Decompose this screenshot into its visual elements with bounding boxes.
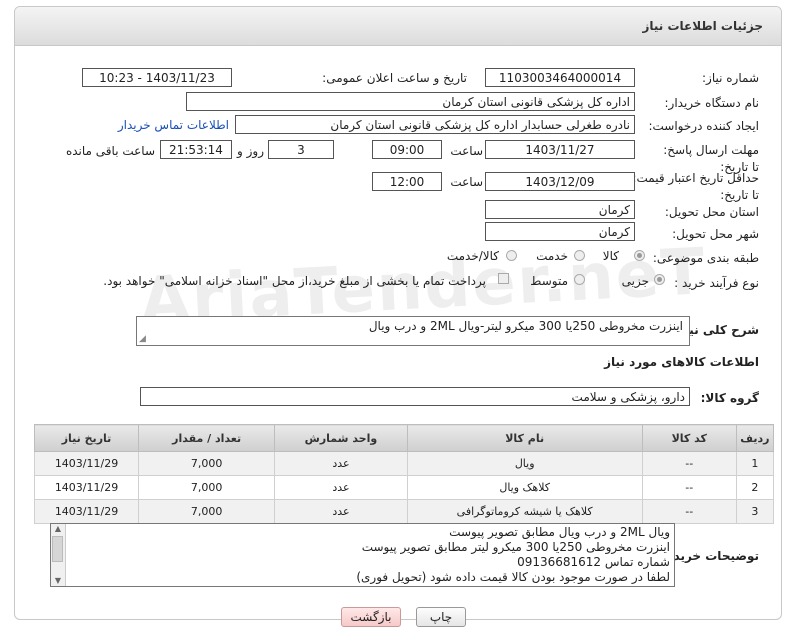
cell-name: ویال [406, 451, 643, 476]
page-title: جزئیات اطلاعات نیاز [642, 19, 763, 33]
buyer-notes-line: اینزرت مخروطی 250یا 300 میکرو لیتر مطابق… [361, 540, 670, 554]
table-row[interactable]: 3 -- کلاهک یا شیشه کروماتوگرافی عدد 7,00… [33, 499, 775, 524]
category-label: طبقه بندی موضوعی: [652, 251, 759, 265]
cell-name: کلاهک یا شیشه کروماتوگرافی [406, 499, 643, 524]
process-radio-minor[interactable] [654, 274, 665, 285]
col-header-date: تاریخ نیاز [33, 424, 140, 452]
announce-label: تاریخ و ساعت اعلان عمومی: [322, 71, 467, 85]
goods-group-field[interactable]: دارو، پزشکی و سلامت [140, 387, 690, 406]
contact-info-link[interactable]: اطلاعات تماس خریدار [118, 118, 229, 132]
reply-time-field[interactable]: 09:00 [372, 140, 442, 159]
process-radio-medium[interactable] [574, 274, 585, 285]
announce-field[interactable]: 1403/11/23 - 10:23 [82, 68, 232, 87]
remaining-label: ساعت باقی مانده [65, 144, 155, 158]
col-header-unit: واحد شمارش [274, 424, 408, 452]
scroll-down-icon[interactable]: ▼ [51, 576, 65, 586]
scrollbar-thumb[interactable] [52, 536, 63, 562]
reply-date-field[interactable]: 1403/11/27 [485, 140, 635, 159]
col-header-qty: تعداد / مقدار [138, 424, 276, 452]
cell-qty: 7,000 [138, 499, 276, 524]
category-option-goods: کالا [602, 249, 619, 263]
province-label: استان محل تحویل: [664, 205, 759, 219]
category-radio-service[interactable] [574, 250, 585, 261]
validity-time-field[interactable]: 12:00 [372, 172, 442, 191]
scroll-up-icon[interactable]: ▲ [51, 524, 65, 534]
col-header-code: کد کالا [641, 424, 737, 452]
table-row[interactable]: 2 -- کلاهک ویال عدد 7,000 1403/11/29 [33, 475, 775, 500]
panel-header: جزئیات اطلاعات نیاز [15, 7, 781, 46]
cell-qty: 7,000 [138, 451, 276, 476]
cell-date: 1403/11/29 [33, 475, 140, 500]
table-row[interactable]: 1 -- ویال عدد 7,000 1403/11/29 [33, 451, 775, 476]
province-field[interactable]: کرمان [485, 200, 635, 219]
col-header-name: نام کالا [406, 424, 643, 452]
cell-name: کلاهک ویال [406, 475, 643, 500]
cell-qty: 7,000 [138, 475, 276, 500]
buyer-notes-line: لطفا در صورت موجود بودن کالا قیمت داده ش… [356, 570, 670, 584]
reply-time-label: ساعت [450, 144, 483, 158]
col-header-row: ردیف [735, 424, 775, 452]
buyer-org-field[interactable]: اداره کل پزشکی قانونی استان کرمان [186, 92, 635, 111]
city-field[interactable]: کرمان [485, 222, 635, 241]
cell-code: -- [641, 451, 737, 476]
validity-date-field[interactable]: 1403/12/09 [485, 172, 635, 191]
cell-date: 1403/11/29 [33, 451, 140, 476]
city-label: شهر محل تحویل: [672, 227, 759, 241]
category-option-service: خدمت [536, 249, 568, 263]
goods-section-title: اطلاعات کالاهای مورد نیاز [604, 355, 759, 369]
days-label: روز و [237, 144, 264, 158]
back-button[interactable]: بازگشت [341, 607, 401, 627]
treasury-payment-checkbox[interactable] [498, 273, 509, 284]
cell-date: 1403/11/29 [33, 499, 140, 524]
buyer-notes-line: شماره تماس 09136681612 [517, 555, 670, 569]
need-number-field[interactable]: 1103003464000014 [485, 68, 635, 87]
process-label: نوع فرآیند خرید : [674, 276, 759, 290]
cell-unit: عدد [274, 475, 408, 500]
cell-unit: عدد [274, 451, 408, 476]
days-field[interactable]: 3 [268, 140, 334, 159]
cell-row: 1 [735, 451, 775, 476]
buyer-notes-textarea[interactable]: ویال 2ML و درب ویال مطابق تصویر پیوست ای… [50, 523, 675, 587]
process-option-minor: جزیی [621, 274, 649, 288]
print-button[interactable]: چاپ [416, 607, 466, 627]
cell-code: -- [641, 499, 737, 524]
cell-code: -- [641, 475, 737, 500]
resize-grip-icon[interactable]: ◢ [139, 334, 146, 344]
notes-scrollbar[interactable]: ▲ ▼ [51, 524, 66, 586]
remaining-time-field[interactable]: 21:53:14 [160, 140, 232, 159]
treasury-payment-note: پرداخت تمام یا بخشی از مبلغ خرید،از محل … [103, 274, 486, 288]
creator-field[interactable]: نادره طغرلی حسابدار اداره کل پزشکی قانون… [235, 115, 635, 134]
buyer-org-label: نام دستگاه خریدار: [664, 96, 760, 110]
category-option-goods-service: کالا/خدمت [446, 249, 499, 263]
category-radio-goods-service[interactable] [506, 250, 517, 261]
cell-unit: عدد [274, 499, 408, 524]
items-table: ردیف کد کالا نام کالا واحد شمارش تعداد /… [33, 424, 775, 524]
need-number-label: شماره نیاز: [702, 71, 759, 85]
cell-row: 2 [735, 475, 775, 500]
price-validity-label: حداقل تاریخ اعتبار قیمت: تا تاریخ: [632, 171, 759, 202]
buyer-notes-line: ویال 2ML و درب ویال مطابق تصویر پیوست [449, 525, 670, 539]
validity-time-label: ساعت [450, 175, 483, 189]
process-option-medium: متوسط [530, 274, 568, 288]
goods-group-label: گروه کالا: [700, 391, 759, 405]
cell-row: 3 [735, 499, 775, 524]
summary-text: اینزرت مخروطی 250یا 300 میکرو لیتر-ویال … [368, 319, 683, 333]
summary-textarea[interactable]: اینزرت مخروطی 250یا 300 میکرو لیتر-ویال … [136, 316, 690, 346]
category-radio-goods[interactable] [634, 250, 645, 261]
creator-label: ایجاد کننده درخواست: [648, 119, 759, 133]
